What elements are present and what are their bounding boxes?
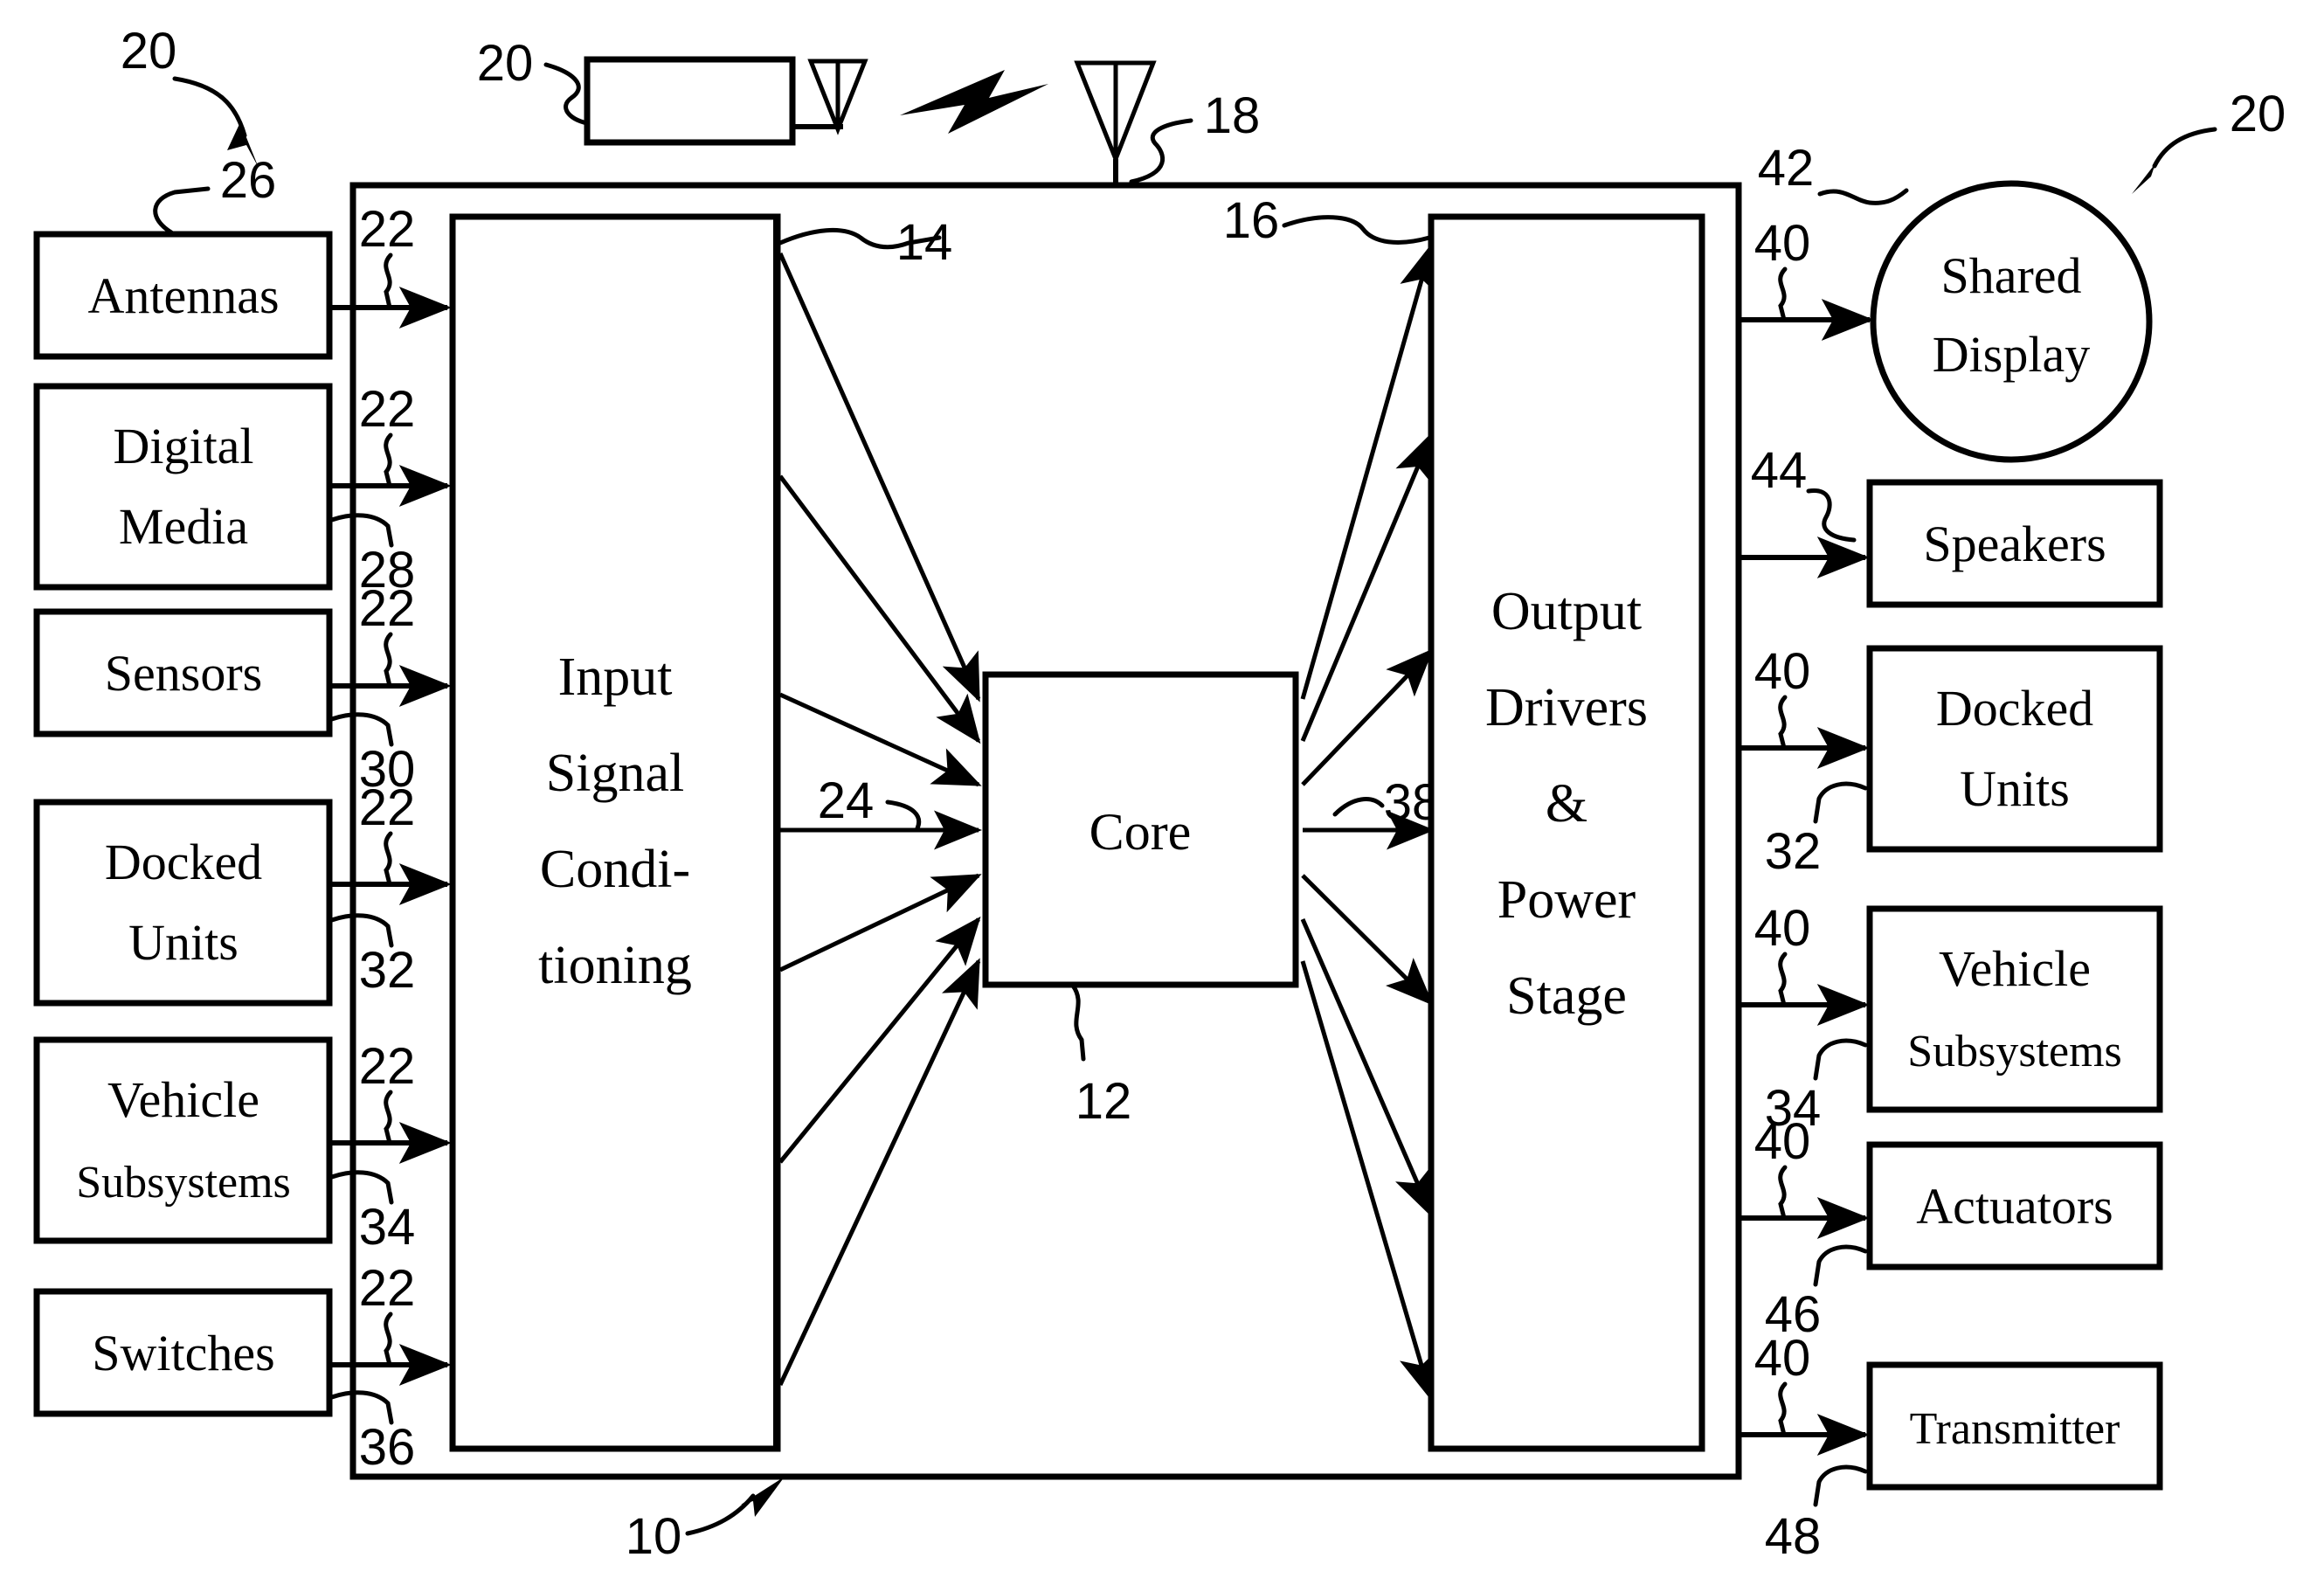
system-antenna-group: 18 (1074, 60, 1261, 185)
ref-output-signal-40-docked: 40 (1754, 643, 1811, 700)
ref-34-out-leader (1813, 1038, 1868, 1081)
ref-input-conditioning-14: 14 (896, 214, 953, 271)
output-docked-units-label: Docked (1936, 680, 2093, 737)
output-speakers-label: Speakers (1923, 516, 2106, 572)
od-title-line-5: Stage (1506, 966, 1627, 1026)
ref-output-signal-40-transmitter: 40 (1754, 1330, 1811, 1387)
ref-input-device-34: 34 (359, 1199, 416, 1256)
block-diagram-svg: 20 18 20 20 10 Input Signal Condi- tioni… (33, 23, 2286, 1565)
ref-input-signal-22-docked-units: 22 (359, 779, 416, 836)
input-vehicle-subsystems-label2: Subsystems (76, 1158, 291, 1208)
ref-input-device-36: 36 (359, 1419, 416, 1476)
ref-core-12: 12 (1076, 1073, 1132, 1130)
ref-system-antenna-18: 18 (1204, 87, 1261, 144)
output-transmitter-label: Transmitter (1910, 1404, 2120, 1454)
ref-40-sq-5 (1778, 1381, 1788, 1437)
output-docked-units-box[interactable] (1866, 645, 2163, 853)
input-sensors-label: Sensors (105, 645, 262, 702)
input-vehicle-subsystems-label: Vehicle (107, 1071, 259, 1128)
input-antennas-label: Antennas (87, 267, 279, 324)
input-switches-label: Switches (92, 1325, 274, 1381)
ref-40-sq-3 (1778, 952, 1788, 1007)
pointer-20-left-leader (172, 76, 247, 138)
output-block-docked-units[interactable]: Docked Units 40 32 (1739, 643, 2163, 880)
ref-input-signal-22-vehicle: 22 (359, 1038, 416, 1095)
ref-input-signal-22-antennas: 22 (359, 201, 416, 258)
ref-input-device-32: 32 (359, 942, 416, 999)
ref-isc-bus-24: 24 (818, 772, 875, 829)
ref-42-leader (1817, 188, 1909, 205)
ref-46-leader (1813, 1244, 1868, 1287)
ref-40-sq-4 (1778, 1165, 1788, 1221)
ref-input-device-26: 26 (220, 152, 277, 209)
ref-output-drivers-16: 16 (1223, 192, 1280, 249)
input-docked-units-label2: Units (128, 914, 239, 971)
ref-output-device-32: 32 (1765, 823, 1822, 880)
ref-output-device-44: 44 (1751, 442, 1808, 499)
patent-figure-canvas: 20 18 20 20 10 Input Signal Condi- tioni… (0, 0, 2324, 1592)
ref-10-group: 10 (626, 1477, 785, 1565)
pointer-ref-20-left: 20 (121, 23, 259, 168)
input-docked-units-label: Docked (105, 834, 262, 890)
ref-input-signal-22-sensors: 22 (359, 580, 416, 637)
ref-input-signal-22-digital-media: 22 (359, 381, 416, 438)
ref-20-device-leader (543, 62, 590, 126)
ref-input-signal-22-switches: 22 (359, 1260, 416, 1317)
output-block-vehicle-subsystems[interactable]: Vehicle Subsystems 40 34 (1739, 900, 2163, 1137)
output-block-actuators[interactable]: Actuators 40 46 (1739, 1113, 2163, 1343)
output-vehicle-subsystems-label2: Subsystems (1907, 1027, 2122, 1076)
ref-output-signal-40-display: 40 (1754, 215, 1811, 272)
od-title-line-3: & (1546, 774, 1587, 834)
ref-40-sq-1 (1778, 266, 1788, 322)
ref-48-leader (1813, 1464, 1868, 1507)
output-actuators-label: Actuators (1916, 1178, 2113, 1235)
ref-output-device-48: 48 (1765, 1508, 1822, 1565)
ref-pointer-20-left: 20 (121, 23, 177, 80)
ref-40-sq-2 (1778, 695, 1788, 751)
isc-title-line-1: Input (558, 647, 673, 707)
pointer-20-right-arrowhead (2132, 156, 2161, 194)
lightning-bolt-icon (900, 70, 1048, 134)
ref-10-leader (685, 1493, 756, 1536)
ref-output-device-42: 42 (1758, 140, 1815, 197)
ref-output-signal-40-actuators: 40 (1754, 1113, 1811, 1170)
output-block-transmitter[interactable]: Transmitter 40 48 (1739, 1330, 2163, 1565)
output-vehicle-subsystems-label: Vehicle (1939, 940, 2091, 997)
isc-title-line-4: tioning (538, 936, 692, 995)
core-label: Core (1089, 803, 1192, 861)
isc-title-line-3: Condi- (540, 840, 690, 899)
od-title-line-4: Power (1497, 870, 1636, 930)
output-shared-display-label: Shared (1940, 247, 2081, 304)
pointer-ref-20-right: 20 (2132, 86, 2286, 194)
ref-26-leader (153, 186, 211, 235)
ref-pointer-20-right: 20 (2230, 86, 2286, 142)
output-shared-display-circle[interactable] (1870, 180, 2153, 463)
input-digital-media-label: Digital (113, 418, 253, 474)
ref-32-out-leader (1813, 781, 1868, 824)
input-docked-units-box[interactable] (33, 799, 333, 1007)
ref-external-device-20: 20 (477, 35, 534, 92)
od-title-line-2: Drivers (1485, 678, 1648, 737)
output-vehicle-subsystems-box[interactable] (1866, 905, 2163, 1113)
external-device-box (584, 56, 796, 146)
external-device-group: 20 (477, 35, 868, 146)
ref-18-leader (1129, 118, 1193, 184)
output-docked-units-label2: Units (1960, 760, 2070, 817)
isc-title-line-2: Signal (546, 744, 684, 803)
pointer-20-right-leader (2152, 127, 2217, 169)
input-signal-conditioning-box (449, 213, 781, 1452)
external-antenna-icon (807, 59, 868, 135)
input-digital-media-label2: Media (119, 498, 248, 555)
output-shared-display-label2: Display (1933, 326, 2090, 383)
ref-44-leader (1806, 488, 1857, 543)
ref-system-10: 10 (626, 1508, 682, 1565)
od-title-line-1: Output (1491, 582, 1642, 641)
output-block-speakers[interactable]: Speakers 44 (1739, 442, 2163, 608)
ref-10-arrowhead (741, 1477, 785, 1517)
ref-output-signal-40-vehicle: 40 (1754, 900, 1811, 957)
output-block-shared-display[interactable]: Shared Display 40 42 (1739, 140, 2153, 463)
input-digital-media-box[interactable] (33, 383, 333, 591)
input-vehicle-subsystems-box[interactable] (33, 1036, 333, 1244)
